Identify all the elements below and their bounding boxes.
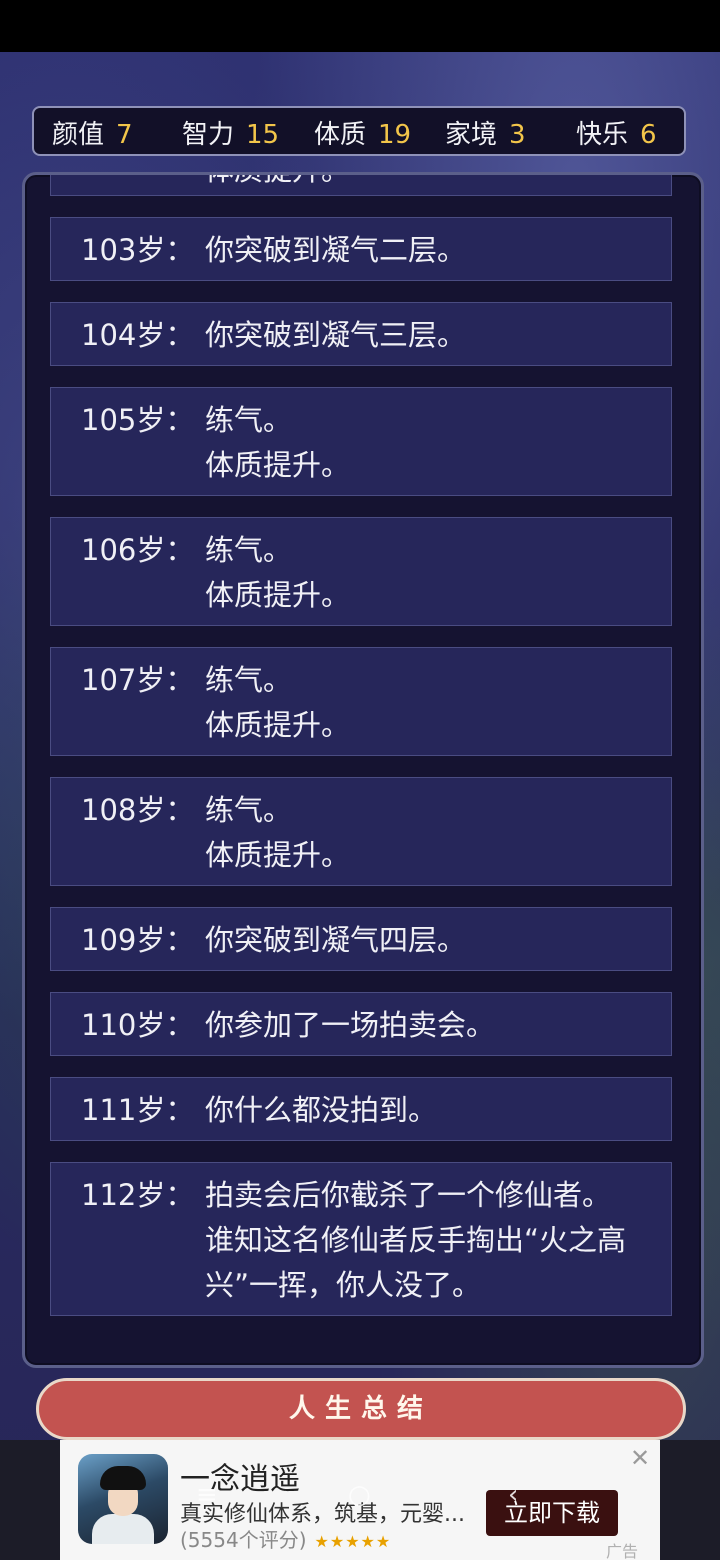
log-entry-text: 体质提升。 [205,175,655,193]
stat-family: 家境 3 [445,120,526,150]
stat-happiness: 快乐 6 [576,120,657,150]
icon-hair-shape [100,1466,146,1490]
status-bar [0,0,720,52]
log-line: 谁知这名修仙者反手掏出“火之高 [205,1223,627,1257]
log-entry: 106岁： 练气。体质提升。 [50,517,672,626]
attribute-bar: 颜值 7 智力 15 体质 19 家境 3 快乐 6 [32,106,686,156]
log-line: 练气。 [205,663,293,697]
close-icon[interactable]: ✕ [630,1444,650,1472]
log-entry-text: 你突破到凝气四层。 [205,918,655,963]
log-entry: 103岁： 你突破到凝气二层。 [50,217,672,281]
log-line: 你参加了一场拍卖会。 [205,1008,496,1042]
home-icon[interactable]: ○ [348,1480,371,1510]
log-line: 体质提升。 [205,708,351,742]
log-line: 练气。 [205,793,293,827]
stat-intelligence: 智力 15 [182,120,280,150]
log-entry: 108岁： 练气。体质提升。 [50,777,672,886]
log-entry-age: 108岁： [81,793,195,827]
log-line: 兴”一挥，你人没了。 [205,1268,482,1302]
log-entry-text: 你突破到凝气三层。 [205,313,655,358]
log-line: 练气。 [205,533,293,567]
log-entry: 104岁： 你突破到凝气三层。 [50,302,672,366]
log-entry-text: 练气。 体质提升。 [205,788,655,878]
log-entry-text: 你参加了一场拍卖会。 [205,1003,655,1048]
log-line: 你突破到凝气三层。 [205,318,467,352]
log-line: 体质提升。 [205,838,351,872]
log-entry: 105岁： 练气。体质提升。 [50,387,672,496]
log-entry-age: 112岁： [81,1178,195,1212]
log-line: 体质提升。 [205,578,351,612]
ad-label: 广告 [606,1542,639,1560]
log-line: 你什么都没拍到。 [205,1093,438,1127]
log-entry-age: 109岁： [81,923,195,957]
icon-robe-shape [92,1514,154,1544]
log-entry-text: 拍卖会后你截杀了一个修仙者。 谁知这名修仙者反手掏出“火之高 兴”一挥，你人没了。 [205,1173,655,1308]
stat-constitution: 体质 19 [314,120,412,150]
log-entry-age: 103岁： [81,233,195,267]
log-line: 你突破到凝气四层。 [205,923,467,957]
log-entry: 107岁： 练气。体质提升。 [50,647,672,756]
log-entry-text: 练气。 体质提升。 [205,398,655,488]
log-entry-text: 练气。 体质提升。 [205,528,655,618]
log-entry-age: 111岁： [81,1093,195,1127]
download-button[interactable]: 立即下载 [486,1490,618,1536]
log-entry: 111岁： 你什么都没拍到。 [50,1077,672,1141]
stat-appearance: 颜值 7 [52,120,133,150]
log-entry: 110岁： 你参加了一场拍卖会。 [50,992,672,1056]
log-entry-text: 练气。 体质提升。 [205,658,655,748]
log-entry: 112岁： 拍卖会后你截杀了一个修仙者。 谁知这名修仙者反手掏出“火之高 兴”一挥，你… [50,1162,672,1316]
life-summary-button[interactable]: 人生总结 [36,1378,686,1440]
log-entry-age: 107岁： [81,663,195,697]
log-entry-text: 你什么都没拍到。 [205,1088,655,1133]
life-log-list: 体质提升。 103岁： 你突破到凝气二层。 104岁： 你突破到凝气三层。 105岁： 练气… [25,175,701,1365]
log-entry-age: 105岁： [81,403,195,437]
log-line: 体质提升。 [205,175,655,193]
log-entry-age: 110岁： [81,1008,195,1042]
log-line: 体质提升。 [205,448,351,482]
log-line: 练气。 [205,403,293,437]
app-icon[interactable] [78,1454,168,1544]
back-icon[interactable]: ‹ [508,1480,518,1510]
log-entry-partial: 体质提升。 [50,175,672,196]
log-line: 拍卖会后你截杀了一个修仙者。 [205,1178,612,1212]
log-entry-age: 104岁： [81,318,195,352]
star-rating-icon: ★★★★★ [314,1532,392,1551]
log-entry-text: 你突破到凝气二层。 [205,228,655,273]
life-log-panel[interactable]: 体质提升。 103岁： 你突破到凝气二层。 104岁： 你突破到凝气三层。 105岁： 练气… [22,172,704,1368]
log-line: 你突破到凝气二层。 [205,233,467,267]
ad-rating: (5554个评分) ★★★★★ [180,1528,392,1552]
menu-icon[interactable]: ≡ [196,1480,218,1510]
log-entry-age: 106岁： [81,533,195,567]
log-entry: 109岁： 你突破到凝气四层。 [50,907,672,971]
